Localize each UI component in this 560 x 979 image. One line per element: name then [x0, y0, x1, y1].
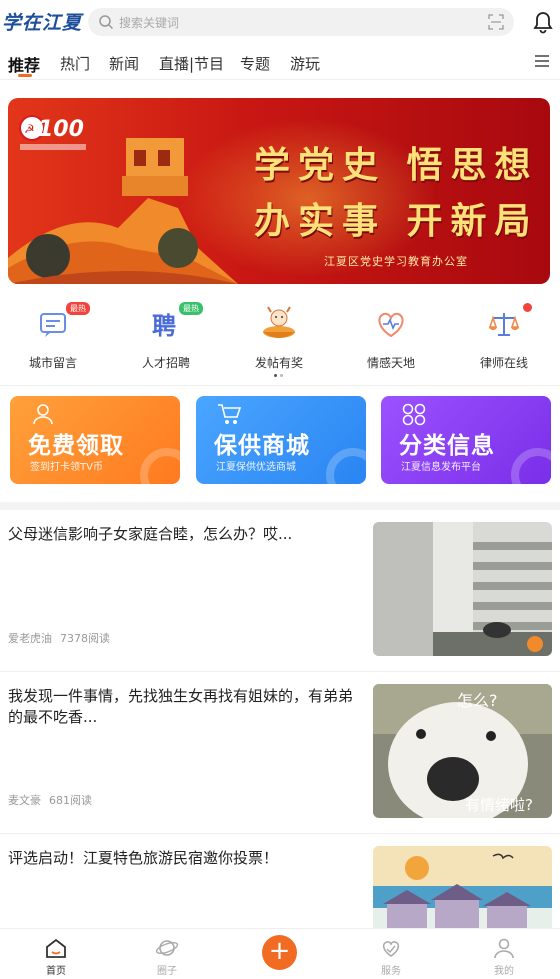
recruit-icon: 聘 — [152, 312, 176, 340]
search-input[interactable]: 搜索关键词 — [88, 8, 514, 36]
banner-line-1: 学党史 悟思想 — [254, 144, 539, 186]
quick-lawyer[interactable]: 律师在线 — [459, 296, 549, 376]
feed-item[interactable]: 父母迷信影响子女家庭合睦，怎么办？哎... 爱老虎油 7378阅读 — [0, 510, 560, 672]
promo-subtitle: 签到打卡领TV币 — [30, 462, 103, 473]
bell-icon[interactable] — [532, 10, 554, 34]
promo-title: 免费领取 — [28, 433, 124, 459]
nav-label: 我的 — [494, 966, 514, 977]
home-icon — [46, 938, 66, 958]
nav-mine[interactable]: 我的 — [448, 929, 560, 979]
nav-service[interactable]: 服务 — [335, 929, 447, 979]
promo-title: 分类信息 — [399, 433, 495, 459]
svg-text:怎么?: 怎么? — [457, 691, 498, 710]
decor-ring — [140, 448, 180, 484]
scale-icon — [488, 313, 520, 336]
svg-text:☭: ☭ — [24, 122, 35, 136]
promo-title: 保供商城 — [214, 433, 310, 459]
promo-subtitle: 江夏保供优选商城 — [216, 462, 296, 473]
section-divider — [0, 502, 560, 510]
feed-title: 我发现一件事情，先找独生女再找有姐妹的，有弟弟的最不吃香... — [8, 687, 354, 726]
centenary-badge: ☭ 100 — [19, 115, 86, 150]
reward-icon — [263, 306, 295, 338]
search-placeholder: 搜索关键词 — [119, 16, 180, 30]
category-tabs: 推荐 热门 新闻 直播|节目 专题 游玩 — [0, 46, 560, 80]
promo-cards: 免费领取 签到打卡领TV币 保供商城 江夏保供优选商城 分类信息 江夏信息发布平… — [0, 392, 560, 502]
banner-carousel[interactable]: ☭ 100 学党史 悟思想 办实事 开新局 江夏区党史学习教育办公室 — [8, 98, 550, 284]
quick-label: 发帖有奖 — [254, 356, 303, 370]
quick-emotion[interactable]: 情感天地 — [346, 296, 436, 376]
tab-topics[interactable]: 专题 — [240, 53, 270, 74]
heart-hand-icon — [382, 941, 400, 957]
svg-text:有情绪啦?: 有情绪啦? — [465, 796, 533, 814]
svg-text:聘: 聘 — [152, 312, 176, 340]
grid-icon — [402, 403, 426, 426]
feed-item[interactable]: 评选启动！江夏特色旅游民宿邀你投票！ — [0, 834, 560, 938]
svg-text:100: 100 — [38, 117, 84, 142]
scan-icon[interactable] — [488, 14, 504, 30]
quick-label: 情感天地 — [366, 356, 415, 370]
app-logo[interactable]: 学在江夏 — [2, 8, 82, 35]
tab-live[interactable]: 直播|节目 — [159, 53, 224, 74]
quick-recruit[interactable]: 聘 最热 人才招聘 — [121, 296, 211, 376]
promo-card-classified[interactable]: 分类信息 江夏信息发布平台 — [381, 396, 551, 484]
feed-title: 评选启动！江夏特色旅游民宿邀你投票！ — [8, 849, 279, 867]
tab-travel[interactable]: 游玩 — [290, 53, 320, 74]
nav-label: 圈子 — [157, 966, 177, 977]
promo-card-mall[interactable]: 保供商城 江夏保供优选商城 — [196, 396, 366, 484]
feed-thumbnail — [373, 846, 552, 938]
feed-title: 父母迷信影响子女家庭合睦，怎么办？哎... — [8, 525, 293, 543]
message-icon — [40, 313, 66, 337]
notification-dot — [523, 303, 532, 312]
promo-subtitle: 江夏信息发布平台 — [401, 462, 481, 473]
decor-ring — [511, 448, 551, 484]
nav-label: 服务 — [381, 966, 401, 977]
feed-author: 麦文豪 — [8, 794, 41, 807]
decor-ring — [326, 448, 366, 484]
quick-label: 城市留言 — [28, 356, 77, 370]
nav-circle[interactable]: 圈子 — [111, 929, 223, 979]
planet-icon — [155, 940, 179, 956]
nav-label: 首页 — [46, 966, 66, 977]
tab-recommend[interactable]: 推荐 — [8, 52, 40, 76]
quick-entry-grid: 最热 城市留言 聘 最热 人才招聘 发帖有奖 情感天地 律师在线 — [0, 296, 560, 386]
hot-tag: 最热 — [66, 302, 90, 315]
feed-meta: 麦文豪 681阅读 — [8, 792, 100, 808]
promo-card-free[interactable]: 免费领取 签到打卡领TV币 — [10, 396, 180, 484]
person-icon — [494, 938, 514, 959]
quick-city-message[interactable]: 最热 城市留言 — [8, 296, 98, 376]
banner-subtitle: 江夏区党史学习教育办公室 — [324, 255, 468, 268]
quick-post-reward[interactable]: 发帖有奖 — [234, 296, 324, 376]
cart-icon — [218, 404, 242, 424]
feed-thumbnail: 怎么? 有情绪啦? — [373, 684, 552, 818]
heart-icon — [378, 312, 404, 338]
feed-reads: 7378阅读 — [60, 632, 110, 645]
feed-meta: 爱老虎油 7378阅读 — [8, 630, 118, 646]
grid-page-dots — [274, 374, 283, 377]
menu-icon[interactable] — [535, 55, 549, 67]
post-plus-button[interactable]: + — [262, 935, 297, 970]
banner-line-2: 办实事 开新局 — [254, 200, 539, 242]
feed-item[interactable]: 我发现一件事情，先找独生女再找有姐妹的，有弟弟的最不吃香... 麦文豪 681阅读… — [0, 672, 560, 834]
quick-label: 律师在线 — [479, 356, 528, 370]
user-icon — [33, 404, 53, 425]
feed-thumbnail — [373, 522, 552, 656]
nav-home[interactable]: 首页 — [0, 929, 112, 979]
hot-tag: 最热 — [179, 302, 203, 315]
tab-news[interactable]: 新闻 — [109, 53, 139, 74]
search-icon — [99, 15, 114, 30]
top-bar: 学在江夏 搜索关键词 — [0, 0, 560, 44]
feed-reads: 681阅读 — [49, 794, 92, 807]
homestay-image — [373, 846, 552, 938]
dog-image: 怎么? 有情绪啦? — [373, 684, 552, 818]
active-tab-indicator — [18, 74, 32, 77]
stairs-image — [373, 522, 552, 656]
feed-author: 爱老虎油 — [8, 632, 52, 645]
great-wall-illustration — [8, 138, 238, 284]
quick-label: 人才招聘 — [141, 356, 190, 370]
tab-hot[interactable]: 热门 — [60, 53, 90, 74]
